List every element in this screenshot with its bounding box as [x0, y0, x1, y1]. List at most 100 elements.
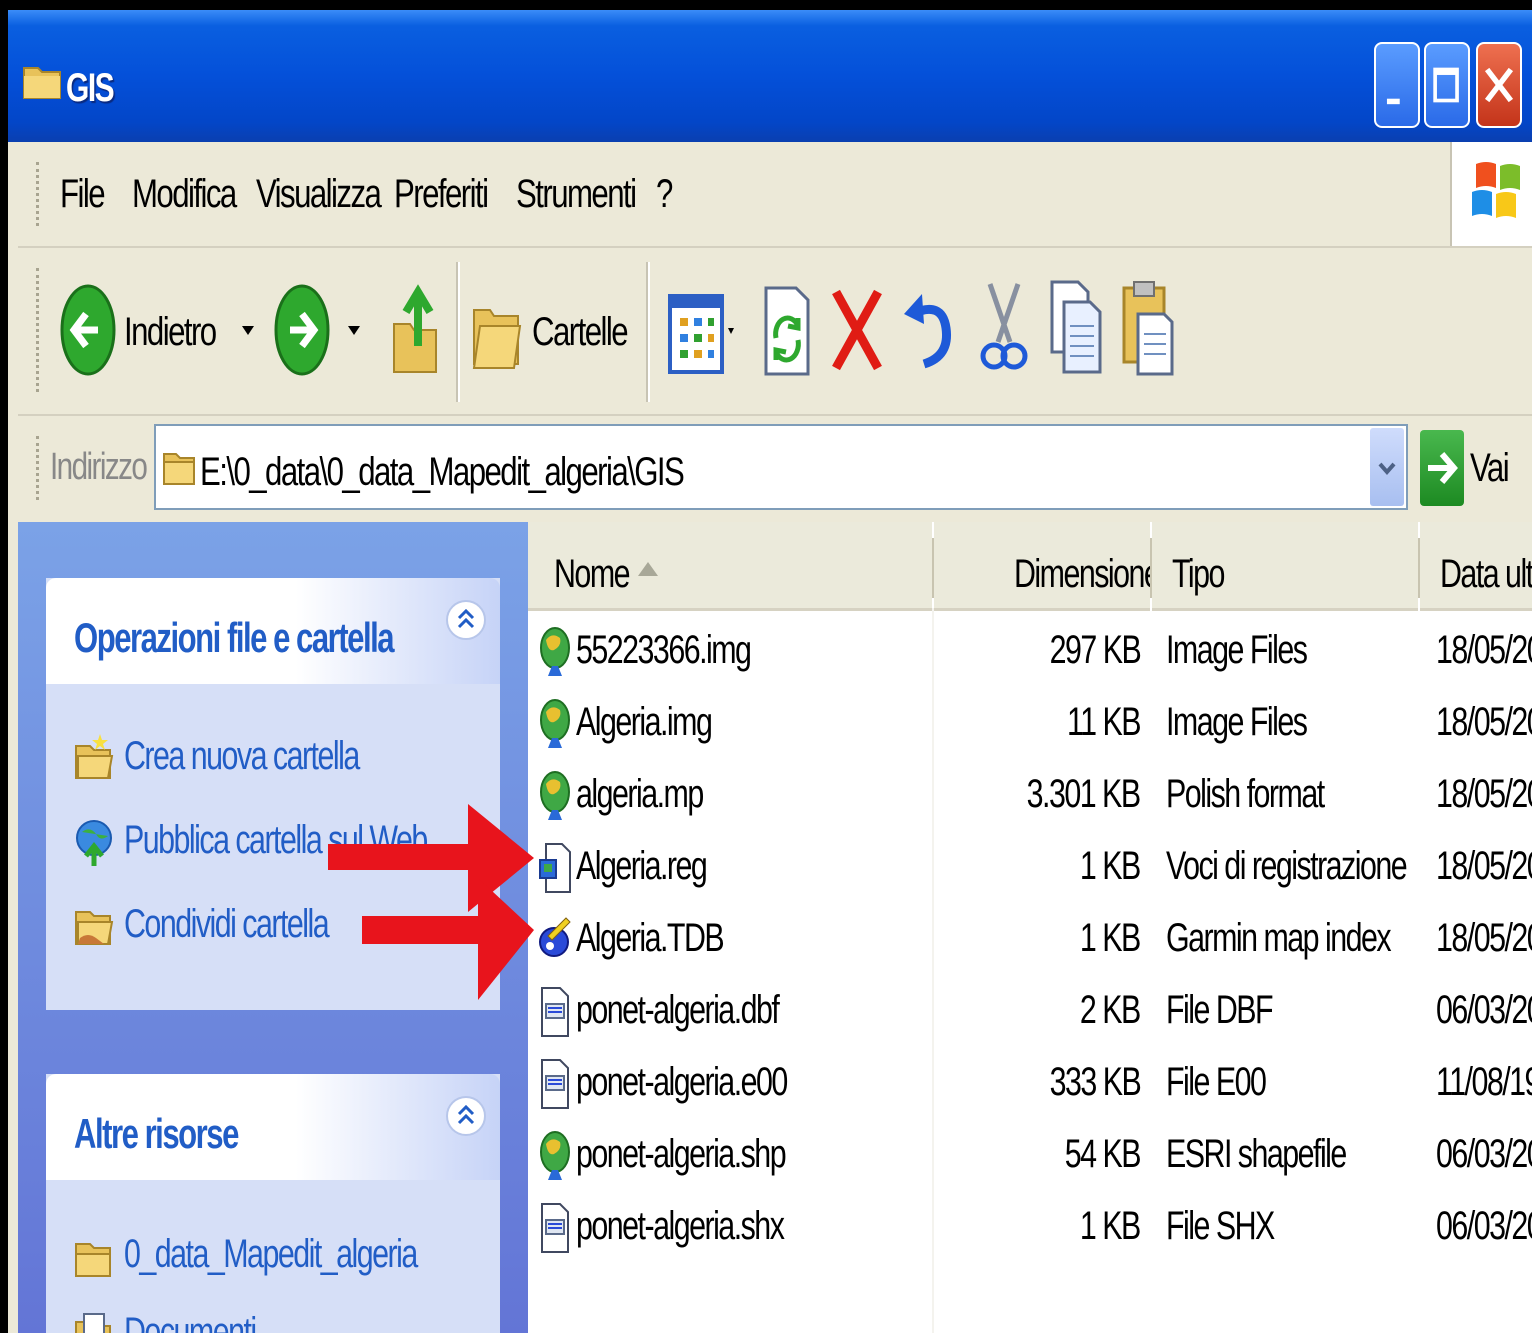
file-row[interactable]: algeria.mp 3.301 KB Polish format 18/05/20: [528, 760, 1532, 832]
file-size: 3.301 KB: [1027, 772, 1141, 816]
back-button[interactable]: Indietro: [60, 278, 260, 378]
file-size: 333 KB: [1049, 1060, 1141, 1104]
forward-dropdown-icon[interactable]: [348, 326, 360, 335]
column-name-label: Nome: [554, 552, 631, 596]
generic-file-icon: [538, 1054, 572, 1112]
views-icon[interactable]: [666, 288, 742, 378]
go-label[interactable]: Vai: [1470, 446, 1510, 491]
file-list: Nome Dimensione Tipo Data ult 55223366.i…: [528, 522, 1532, 1333]
menu-visualizza[interactable]: Visualizza: [256, 172, 382, 217]
documents-folder-icon: [75, 1313, 111, 1333]
file-row[interactable]: ponet-algeria.shx 1 KB File SHX 06/03/20: [528, 1192, 1532, 1264]
annotation-arrows: [328, 804, 534, 1000]
file-row[interactable]: Algeria.img 11 KB Image Files 18/05/20: [528, 688, 1532, 760]
file-type: Image Files: [1166, 628, 1308, 672]
title-bar[interactable]: GIS: [8, 10, 1532, 142]
menu-preferiti[interactable]: Preferiti: [394, 172, 489, 217]
file-type: File SHX: [1166, 1204, 1275, 1248]
column-header-date[interactable]: Data ult: [1420, 522, 1532, 611]
folder-icon: [23, 67, 61, 99]
column-date-label: Data ult: [1440, 552, 1532, 596]
folders-button[interactable]: Cartelle: [470, 284, 640, 380]
file-type: File DBF: [1166, 988, 1274, 1032]
maximize-button[interactable]: [1424, 42, 1470, 128]
gis-globe-icon: [538, 694, 572, 752]
chevron-up-icon: [457, 1104, 475, 1125]
address-dropdown-button[interactable]: [1370, 428, 1404, 506]
menu-grip[interactable]: [36, 162, 43, 226]
menu-modifica[interactable]: Modifica: [132, 172, 237, 217]
column-header-type[interactable]: Tipo: [1152, 522, 1418, 611]
file-type: Garmin map index: [1166, 916, 1392, 960]
file-date: 11/08/19: [1436, 1060, 1532, 1104]
folders-label: Cartelle: [532, 310, 629, 354]
back-arrow-icon: [60, 284, 116, 376]
back-label: Indietro: [124, 310, 217, 354]
forward-button[interactable]: [274, 278, 364, 378]
file-date: 18/05/20: [1436, 700, 1532, 744]
address-grip[interactable]: [36, 436, 43, 500]
gis-globe-icon: [538, 622, 572, 680]
gis-globe-icon: [538, 1126, 572, 1184]
window-title: GIS: [66, 66, 115, 110]
folder-icon: [75, 1243, 111, 1277]
generic-file-icon: [538, 1198, 572, 1256]
file-date: 18/05/20: [1436, 916, 1532, 960]
explorer-window: GIS File Modifica Visualizza Preferiti S…: [8, 10, 1532, 1333]
file-size: 1 KB: [1080, 916, 1141, 960]
copy-icon[interactable]: [1048, 278, 1104, 378]
column-header-size[interactable]: Dimensione: [934, 522, 1161, 611]
file-row[interactable]: Algeria.TDB 1 KB Garmin map index 18/05/20: [528, 904, 1532, 976]
menu-strumenti[interactable]: Strumenti: [516, 172, 637, 217]
column-header-name[interactable]: Nome: [528, 522, 932, 611]
back-dropdown-icon[interactable]: [242, 326, 254, 335]
file-name: Algeria.reg: [576, 844, 708, 888]
annotation-arrow-reg: [328, 804, 534, 912]
file-name: 55223366.img: [576, 628, 752, 672]
sort-ascending-icon: [638, 562, 658, 576]
file-name: Algeria.img: [576, 700, 713, 744]
address-input[interactable]: E:\0_data\0_data_Mapedit_algeria\GIS: [154, 424, 1408, 510]
file-tasks-title: Operazioni file e cartella: [74, 614, 395, 661]
collapse-button[interactable]: [446, 600, 486, 640]
file-name: algeria.mp: [576, 772, 704, 816]
task-new-folder-label: Crea nuova cartella: [124, 734, 360, 778]
file-row[interactable]: Algeria.reg 1 KB Voci di registrazione 18/0…: [528, 832, 1532, 904]
file-date: 06/03/20: [1436, 1204, 1532, 1248]
file-row[interactable]: 55223366.img 297 KB Image Files 18/05/20: [528, 616, 1532, 688]
paste-icon[interactable]: [1120, 278, 1176, 378]
go-button[interactable]: [1420, 430, 1464, 506]
undo-icon[interactable]: [902, 284, 954, 374]
minimize-button[interactable]: [1374, 42, 1420, 128]
share-folder-icon: [75, 911, 114, 945]
windows-logo: [1450, 142, 1532, 246]
toolbar-separator: [646, 262, 650, 402]
address-label: Indirizzo: [50, 446, 148, 488]
file-row[interactable]: ponet-algeria.dbf 2 KB File DBF 06/03/20: [528, 976, 1532, 1048]
other-places-panel: Altre risorse 0_data_Mapedit_algeria Doc…: [46, 1074, 500, 1333]
folder-icon: [163, 453, 195, 485]
file-tasks-header[interactable]: Operazioni file e cartella: [46, 578, 500, 684]
sync-icon[interactable]: [762, 278, 812, 378]
collapse-button[interactable]: [446, 1096, 486, 1136]
toolbar: Indietro Cartelle: [18, 248, 1532, 416]
task-share-folder-label: Condividi cartella: [124, 902, 330, 946]
menu-help[interactable]: ?: [656, 172, 673, 217]
menu-file[interactable]: File: [60, 172, 106, 217]
cut-icon[interactable]: [978, 280, 1030, 380]
go-arrow-icon: [1428, 452, 1458, 484]
file-row[interactable]: ponet-algeria.shp 54 KB ESRI shapefile 06/0…: [528, 1120, 1532, 1192]
publish-web-icon: [76, 820, 112, 866]
file-type: ESRI shapefile: [1166, 1132, 1347, 1176]
address-value: E:\0_data\0_data_Mapedit_algeria\GIS: [200, 450, 685, 494]
file-row[interactable]: ponet-algeria.e00 333 KB File E00 11/08/19: [528, 1048, 1532, 1120]
file-size: 2 KB: [1080, 988, 1141, 1032]
minimize-icon: [1386, 98, 1400, 105]
file-date: 18/05/20: [1436, 772, 1532, 816]
toolbar-grip[interactable]: [36, 268, 43, 392]
close-button[interactable]: [1476, 42, 1522, 128]
file-type: Polish format: [1166, 772, 1325, 816]
delete-icon[interactable]: [830, 282, 884, 378]
other-places-header[interactable]: Altre risorse: [46, 1074, 500, 1180]
up-folder-icon[interactable]: [390, 284, 440, 378]
